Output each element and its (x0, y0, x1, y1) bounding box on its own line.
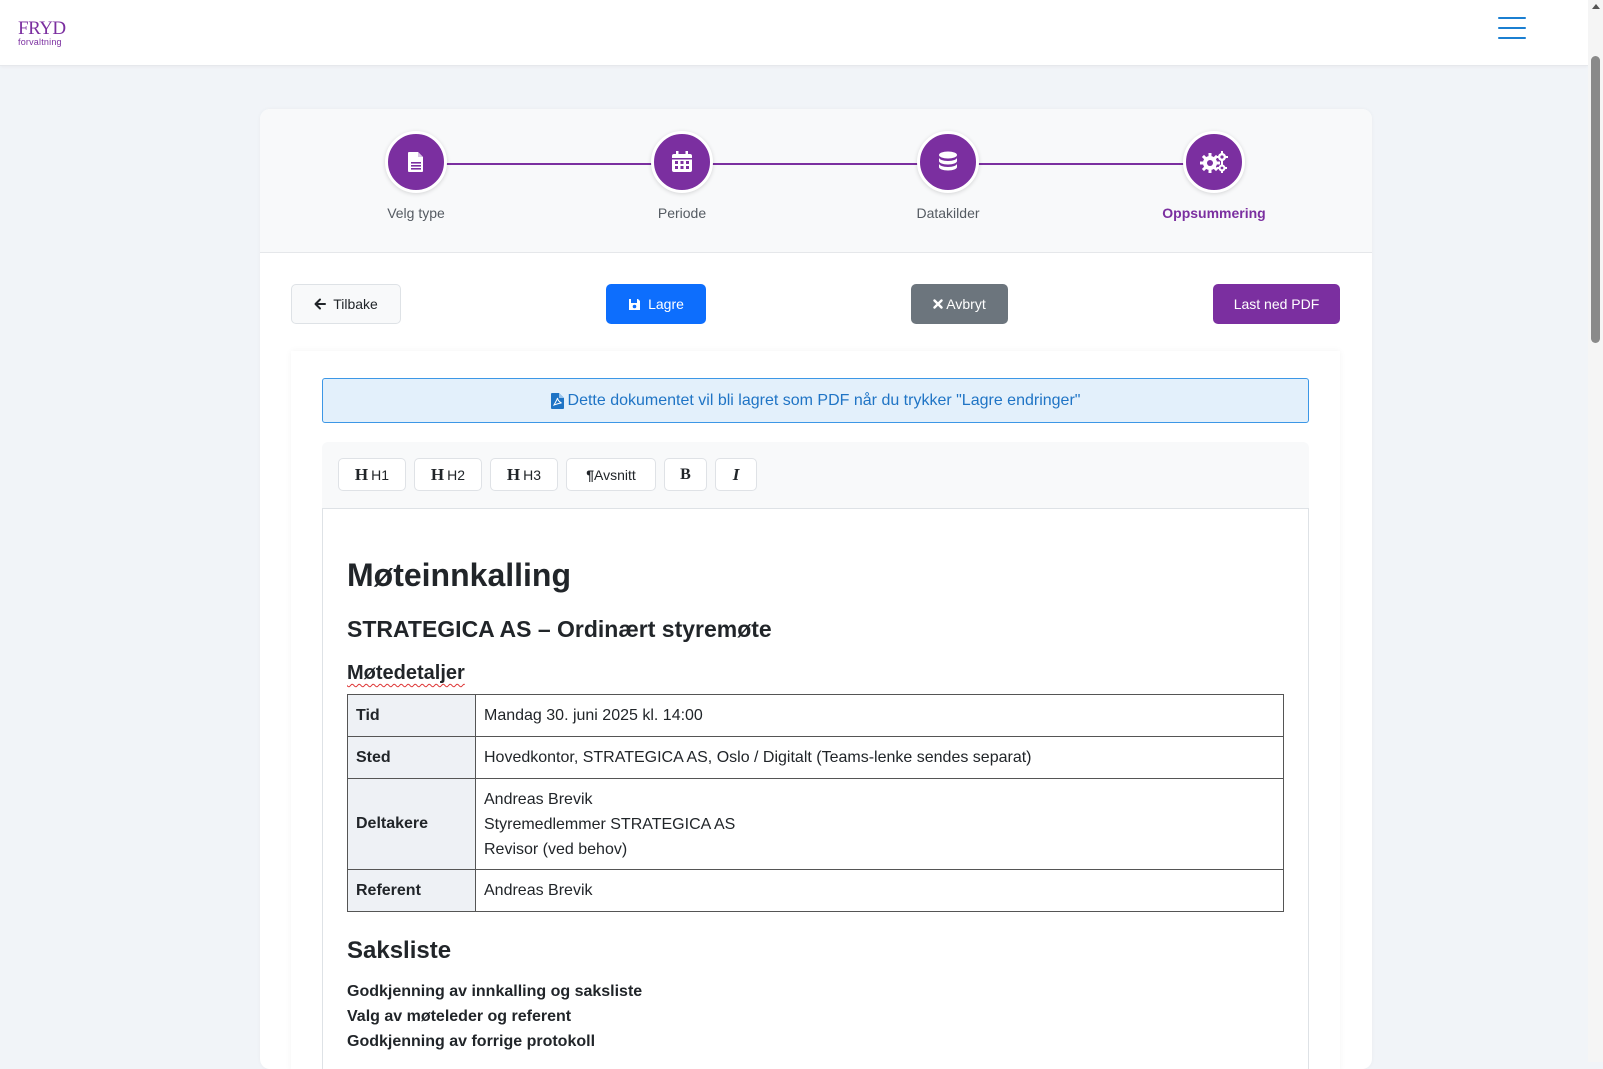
scroll-up-arrow-icon[interactable] (1592, 4, 1600, 9)
heading-icon: H (430, 464, 445, 484)
detail-key: Referent (347, 869, 476, 912)
heading1-label: H1 (371, 466, 390, 483)
italic-icon: I (732, 464, 740, 484)
download-pdf-button-label: Last ned PDF (1233, 296, 1320, 312)
agenda-item: Godkjenning av innkalling og saksliste (347, 983, 643, 1000)
step-label: Oppsummering (1162, 205, 1266, 221)
agenda-item: Godkjenning av forrige protokoll (347, 1033, 596, 1050)
paragraph-icon: ¶ (586, 466, 595, 483)
step-label: Datakilder (916, 205, 980, 221)
rich-text-editor[interactable]: Møteinnkalling STRATEGICA AS – Ordinært … (322, 508, 1309, 1069)
pdf-info-text: Dette dokumentet vil bli lagret som PDF … (567, 391, 1081, 409)
heading1-button[interactable]: H H1 (338, 458, 406, 491)
agenda-heading: Saksliste (347, 937, 452, 964)
detail-key: Sted (347, 736, 476, 779)
agenda-item: Valg av møteleder og referent (347, 1008, 572, 1025)
detail-value: Andreas Brevik Styremedlemmer STRATEGICA… (475, 778, 1284, 870)
back-button-label: Tilbake (333, 296, 378, 312)
heading2-label: H2 (447, 466, 466, 483)
heading-icon: H (354, 464, 369, 484)
save-button[interactable]: Lagre (606, 284, 706, 324)
step-label: Velg type (387, 205, 445, 221)
bold-icon: B (680, 465, 691, 483)
scroll-thumb[interactable] (1591, 56, 1600, 343)
page-scrollbar[interactable] (1588, 0, 1603, 1062)
heading2-button[interactable]: H H2 (414, 458, 482, 491)
report-wizard-card: Velg type Periode Datakilder Oppsummerin… (260, 109, 1372, 1069)
top-navbar: FRYD forvaltning (0, 0, 1588, 66)
step-datakilder[interactable]: Datakilder (868, 131, 1028, 221)
agenda-list: Godkjenning av innkalling og saksliste V… (347, 979, 642, 1054)
floppy-disk-icon (629, 298, 641, 310)
file-pdf-icon (550, 392, 564, 409)
document-editor-panel: Dette dokumentet vil bli lagret som PDF … (291, 351, 1340, 1069)
back-button[interactable]: Tilbake (291, 284, 401, 324)
detail-value: Mandag 30. juni 2025 kl. 14:00 (475, 694, 1284, 737)
database-icon (917, 131, 979, 193)
table-row: Sted Hovedkontor, STRATEGICA AS, Oslo / … (347, 736, 1284, 779)
file-icon (385, 131, 447, 193)
detail-value: Andreas Brevik (475, 869, 1284, 912)
document-title: Møteinnkalling (347, 557, 571, 593)
calendar-icon (651, 131, 713, 193)
detail-value: Hovedkontor, STRATEGICA AS, Oslo / Digit… (475, 736, 1284, 779)
heading-icon: H (506, 464, 521, 484)
step-velg-type[interactable]: Velg type (336, 131, 496, 221)
document-subtitle: STRATEGICA AS – Ordinært styremøte (347, 616, 772, 642)
detail-key: Deltakere (347, 778, 476, 870)
cogs-icon (1183, 131, 1245, 193)
heading3-label: H3 (523, 466, 542, 483)
detail-key: Tid (347, 694, 476, 737)
participant-line: Revisor (ved behov) (484, 840, 628, 858)
paragraph-label: Avsnitt (594, 466, 636, 483)
step-oppsummering[interactable]: Oppsummering (1134, 131, 1294, 221)
step-periode[interactable]: Periode (602, 131, 762, 221)
wizard-stepper: Velg type Periode Datakilder Oppsummerin… (260, 109, 1372, 253)
logo-sub-text: forvaltning (18, 37, 62, 47)
participant-line: Styremedlemmer STRATEGICA AS (484, 815, 736, 833)
pdf-info-banner: Dette dokumentet vil bli lagret som PDF … (322, 378, 1309, 423)
participant-line: Andreas Brevik (484, 790, 593, 808)
step-label: Periode (657, 205, 707, 221)
logo-main-text: FRYD (18, 18, 66, 39)
details-heading: Møtedetaljer (347, 662, 465, 684)
paragraph-button[interactable]: ¶ Avsnitt (566, 458, 656, 491)
arrow-left-icon (314, 298, 327, 310)
meeting-details-table: Tid Mandag 30. juni 2025 kl. 14:00 Sted … (347, 694, 1284, 912)
editor-toolbar: H H1 H H2 H H3 ¶ Avsnitt B I (322, 442, 1309, 508)
italic-button[interactable]: I (715, 458, 757, 491)
cancel-button[interactable]: Avbryt (911, 284, 1008, 324)
bold-button[interactable]: B (664, 458, 707, 491)
hamburger-menu-icon[interactable] (1498, 17, 1526, 43)
cancel-button-label: Avbryt (946, 296, 986, 312)
download-pdf-button[interactable]: Last ned PDF (1213, 284, 1340, 324)
table-row: Deltakere Andreas Brevik Styremedlemmer … (347, 778, 1284, 870)
heading3-button[interactable]: H H3 (490, 458, 558, 491)
save-button-label: Lagre (648, 296, 684, 312)
table-row: Tid Mandag 30. juni 2025 kl. 14:00 (347, 694, 1284, 737)
close-icon (933, 299, 943, 309)
table-row: Referent Andreas Brevik (347, 869, 1284, 912)
fryd-logo[interactable]: FRYD forvaltning (18, 19, 66, 47)
